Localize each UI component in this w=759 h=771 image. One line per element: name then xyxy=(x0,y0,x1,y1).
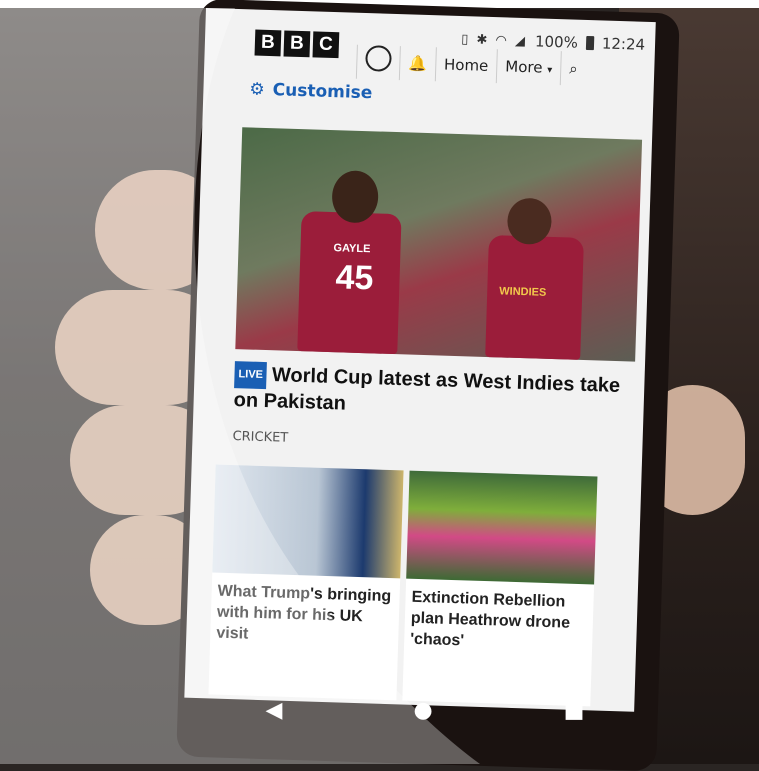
status-icons: ▯ ✱ ◠ ◢ xyxy=(460,31,528,49)
nav-more[interactable]: More ▾ xyxy=(495,49,561,86)
battery-icon xyxy=(585,35,595,51)
jersey-number: 45 xyxy=(335,258,375,298)
logo-letter: C xyxy=(312,31,340,59)
customise-link[interactable]: ⚙ Customise xyxy=(249,79,373,103)
clock: 12:24 xyxy=(601,34,646,54)
story-image-trump xyxy=(212,464,404,579)
hero-headline-text: World Cup latest as West Indies take on … xyxy=(233,364,621,415)
logo-letter: B xyxy=(283,30,311,58)
hero-headline[interactable]: LIVE World Cup latest as West Indies take… xyxy=(233,361,634,426)
story-title: What Trump's bringing with him for his U… xyxy=(216,582,392,643)
story-card[interactable]: Extinction Rebellion plan Heathrow drone… xyxy=(402,470,598,707)
hero-image[interactable]: GAYLE 45 WINDIES xyxy=(235,127,643,362)
home-circle-icon[interactable]: ● xyxy=(413,698,432,723)
android-nav-bar: ◀ ● ■ xyxy=(200,680,650,740)
nav-home[interactable]: Home xyxy=(434,47,497,84)
back-icon[interactable]: ◀ xyxy=(266,698,283,723)
jersey-sponsor: WINDIES xyxy=(499,285,547,299)
notification-bell-icon[interactable]: 🔔 xyxy=(398,46,436,82)
story-image-extinction xyxy=(406,470,598,585)
account-icon[interactable] xyxy=(355,44,400,81)
bbc-logo[interactable]: B B C xyxy=(254,29,340,59)
recents-icon[interactable]: ■ xyxy=(564,698,585,723)
phone-screen: ▯ ✱ ◠ ◢ 100% 12:24 B B C 🔔 Home More ▾ ⌕… xyxy=(184,8,656,712)
customise-label: Customise xyxy=(272,80,373,104)
hero-category[interactable]: CRICKET xyxy=(232,429,288,446)
chevron-down-icon: ▾ xyxy=(546,64,553,76)
nav-more-label: More xyxy=(505,57,543,77)
jersey-name: GAYLE xyxy=(333,242,371,256)
story-title: Extinction Rebellion plan Heathrow drone… xyxy=(410,588,571,650)
top-nav: 🔔 Home More ▾ ⌕ xyxy=(355,44,587,86)
gear-icon: ⚙ xyxy=(249,79,266,100)
story-card[interactable]: What Trump's bringing with him for his U… xyxy=(208,464,404,701)
battery-level: 100% xyxy=(534,32,579,52)
logo-letter: B xyxy=(254,29,282,57)
live-badge: LIVE xyxy=(234,361,268,390)
search-icon[interactable]: ⌕ xyxy=(559,51,587,86)
